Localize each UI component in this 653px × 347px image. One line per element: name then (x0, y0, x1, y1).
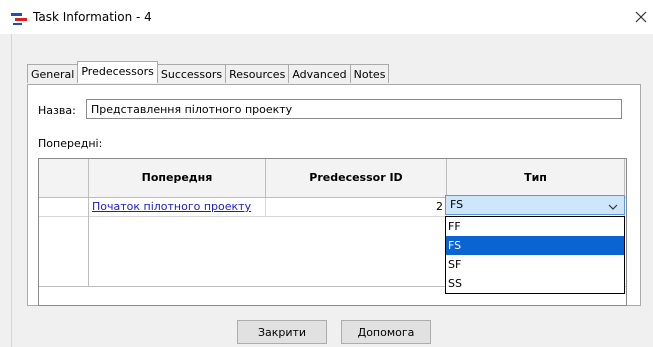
column-header-predecessor[interactable]: Попередня (89, 159, 266, 197)
window-title: Task Information - 4 (33, 10, 152, 24)
predecessor-id-cell[interactable]: 2 (266, 198, 447, 216)
table-header: Попередня Predecessor ID Тип (39, 159, 626, 198)
chevron-down-icon[interactable] (608, 201, 618, 214)
column-header-predecessor-id[interactable]: Predecessor ID (266, 159, 447, 197)
column-header-type[interactable]: Тип (447, 159, 625, 197)
type-option-fs[interactable]: FS (446, 236, 624, 255)
tab-advanced[interactable]: Advanced (288, 64, 351, 83)
help-button[interactable]: Допомога (341, 320, 431, 344)
tab-successors[interactable]: Successors (156, 64, 227, 83)
type-option-sf[interactable]: SF (446, 255, 624, 274)
type-option-ss[interactable]: SS (446, 274, 624, 293)
name-input[interactable] (86, 99, 622, 119)
task-information-dialog: Task Information - 4 General Predecessor… (0, 0, 653, 347)
type-options-list: FF FS SF SS (445, 216, 625, 294)
close-icon[interactable] (630, 6, 652, 28)
tab-general[interactable]: General (27, 64, 79, 83)
predecessors-label: Попередні: (38, 137, 103, 150)
name-label: Назва: (38, 104, 76, 117)
predecessor-link[interactable]: Початок пілотного проекту (89, 198, 266, 216)
type-option-ff[interactable]: FF (446, 217, 624, 236)
tab-notes[interactable]: Notes (349, 64, 390, 83)
row-header-cell (39, 198, 89, 216)
row-header-corner (39, 159, 89, 197)
close-button[interactable]: Закрити (237, 320, 327, 344)
gantt-chart-icon (11, 12, 29, 26)
type-select-value: FS (450, 198, 464, 211)
tab-resources[interactable]: Resources (225, 64, 290, 83)
window-left-edge (0, 34, 12, 347)
title-bar: Task Information - 4 (0, 0, 653, 34)
tab-predecessors[interactable]: Predecessors (77, 61, 158, 83)
grid-line (88, 159, 89, 287)
tab-strip: General Predecessors Successors Resource… (27, 61, 390, 83)
type-select[interactable]: FS (445, 195, 625, 215)
